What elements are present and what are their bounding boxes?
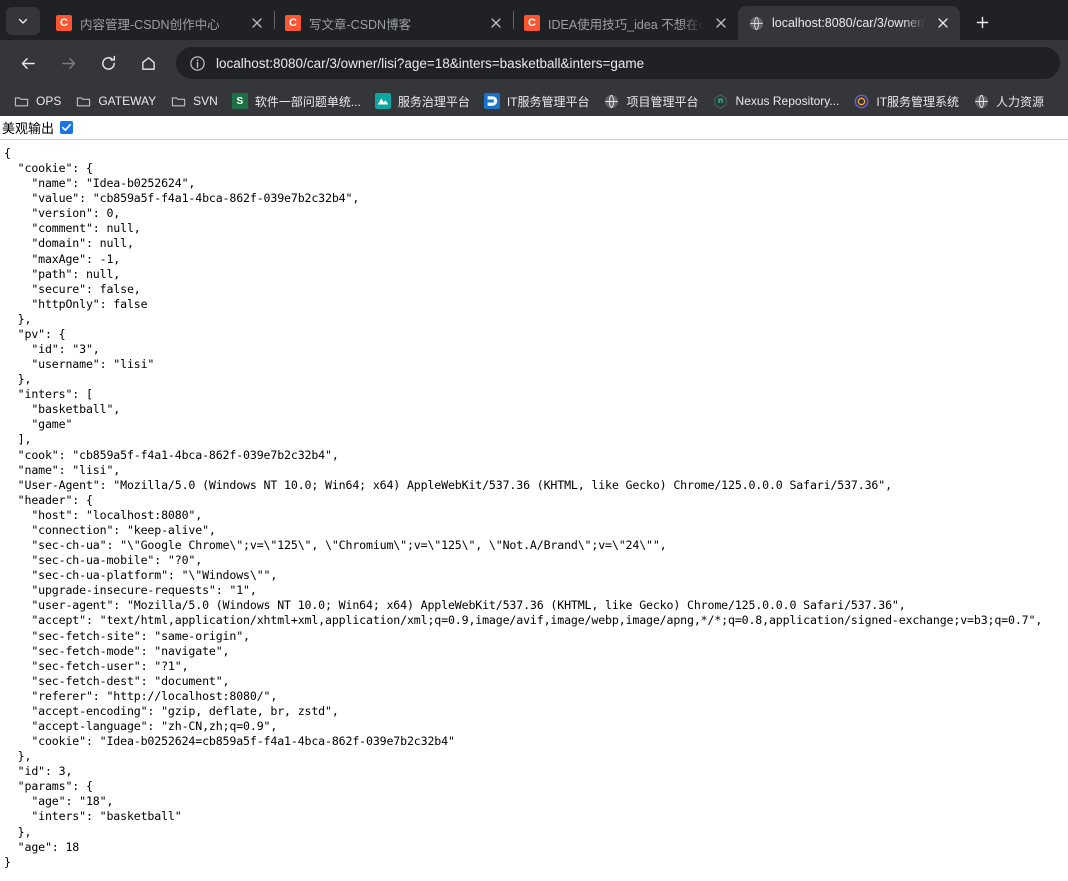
globe-icon [748,15,764,31]
bookmark-label: 人力资源 [996,94,1045,109]
browser-toolbar: localhost:8080/car/3/owner/lisi?age=18&i… [0,40,1068,86]
address-bar-url: localhost:8080/car/3/owner/lisi?age=18&i… [216,55,645,71]
close-icon[interactable] [485,12,507,34]
forward-icon[interactable] [52,47,84,79]
browser-tab-title: IDEA使用技巧_idea 不想在defa [548,17,704,32]
bookmark-label: SVN [193,94,218,108]
bookmark-human-resources[interactable]: 人力资源 [966,89,1051,113]
home-icon[interactable] [132,47,164,79]
csdn-icon: C [285,15,301,31]
close-icon[interactable] [246,12,268,34]
ring-icon [853,93,869,109]
close-icon[interactable] [710,12,732,34]
folder-icon [75,93,91,109]
new-tab-button[interactable] [968,8,996,36]
excel-icon: S [231,93,248,109]
bookmark-service-governance[interactable]: 服务治理平台 [368,89,477,113]
bookmark-software-issue[interactable]: S 软件一部问题单统... [225,89,368,113]
browser-tab-title: localhost:8080/car/3/owner/l [772,16,926,30]
reload-icon[interactable] [92,47,124,79]
browser-chrome: C 内容管理-CSDN创作中心 C 写文章-CSDN博客 C IDEA使用技巧_… [0,0,1068,116]
bookmark-label: 服务治理平台 [397,94,470,109]
browser-tab-0[interactable]: C 内容管理-CSDN创作中心 [46,6,274,40]
bookmark-nexus-repository[interactable]: Nexus Repository... [706,89,847,113]
pretty-print-label: 美观输出 [2,121,55,136]
bookmark-label: OPS [36,94,62,108]
site-info-icon[interactable] [186,52,208,74]
bookmark-gateway[interactable]: GATEWAY [68,89,163,113]
bookmark-ops[interactable]: OPS [6,89,68,113]
csdn-icon: C [56,15,72,31]
nexus-icon [713,93,729,109]
folder-icon [13,93,29,109]
bookmark-label: Nexus Repository... [735,94,840,108]
browser-tab-title: 写文章-CSDN博客 [309,17,412,32]
bookmark-svn[interactable]: SVN [163,89,225,113]
pretty-print-checkbox[interactable] [60,121,74,134]
tab-strip: C 内容管理-CSDN创作中心 C 写文章-CSDN博客 C IDEA使用技巧_… [0,0,1068,40]
bookmark-it-service-system[interactable]: IT服务管理系统 [846,89,966,113]
blue-square-icon [483,93,500,109]
mountain-icon [374,93,391,109]
bookmarks-bar: OPS GATEWAY SVN S 软件一部问题单统... 服务治理平台 IT服… [0,86,1068,116]
bookmark-label: GATEWAY [98,94,157,108]
globe-icon [604,93,620,109]
globe-icon [973,93,989,109]
address-bar[interactable]: localhost:8080/car/3/owner/lisi?age=18&i… [176,47,1060,79]
bookmark-label: IT服务管理系统 [876,94,960,109]
bookmark-label: 项目管理平台 [626,94,699,109]
browser-tab-3-active[interactable]: localhost:8080/car/3/owner/l [738,6,960,40]
tab-search-chevron-down-icon[interactable] [6,7,40,35]
browser-tab-1[interactable]: C 写文章-CSDN博客 [275,6,513,40]
bookmark-label: IT服务管理平台 [506,94,590,109]
close-icon[interactable] [932,12,954,34]
browser-tab-title: 内容管理-CSDN创作中心 [80,17,220,32]
json-response-body: { "cookie": { "name": "Idea-b0252624", "… [4,146,1043,869]
bookmark-label: 软件一部问题单统... [254,94,361,109]
folder-icon [170,93,186,109]
csdn-icon: C [524,15,540,31]
browser-tab-2[interactable]: C IDEA使用技巧_idea 不想在defa [514,6,738,40]
bookmark-it-service-platform[interactable]: IT服务管理平台 [477,89,597,113]
pretty-print-bar: 美观输出 [0,116,1068,140]
page-content: 美观输出 { "cookie": { "name": "Idea-b025262… [0,116,1068,881]
bookmark-project-management[interactable]: 项目管理平台 [597,89,706,113]
back-icon[interactable] [12,47,44,79]
